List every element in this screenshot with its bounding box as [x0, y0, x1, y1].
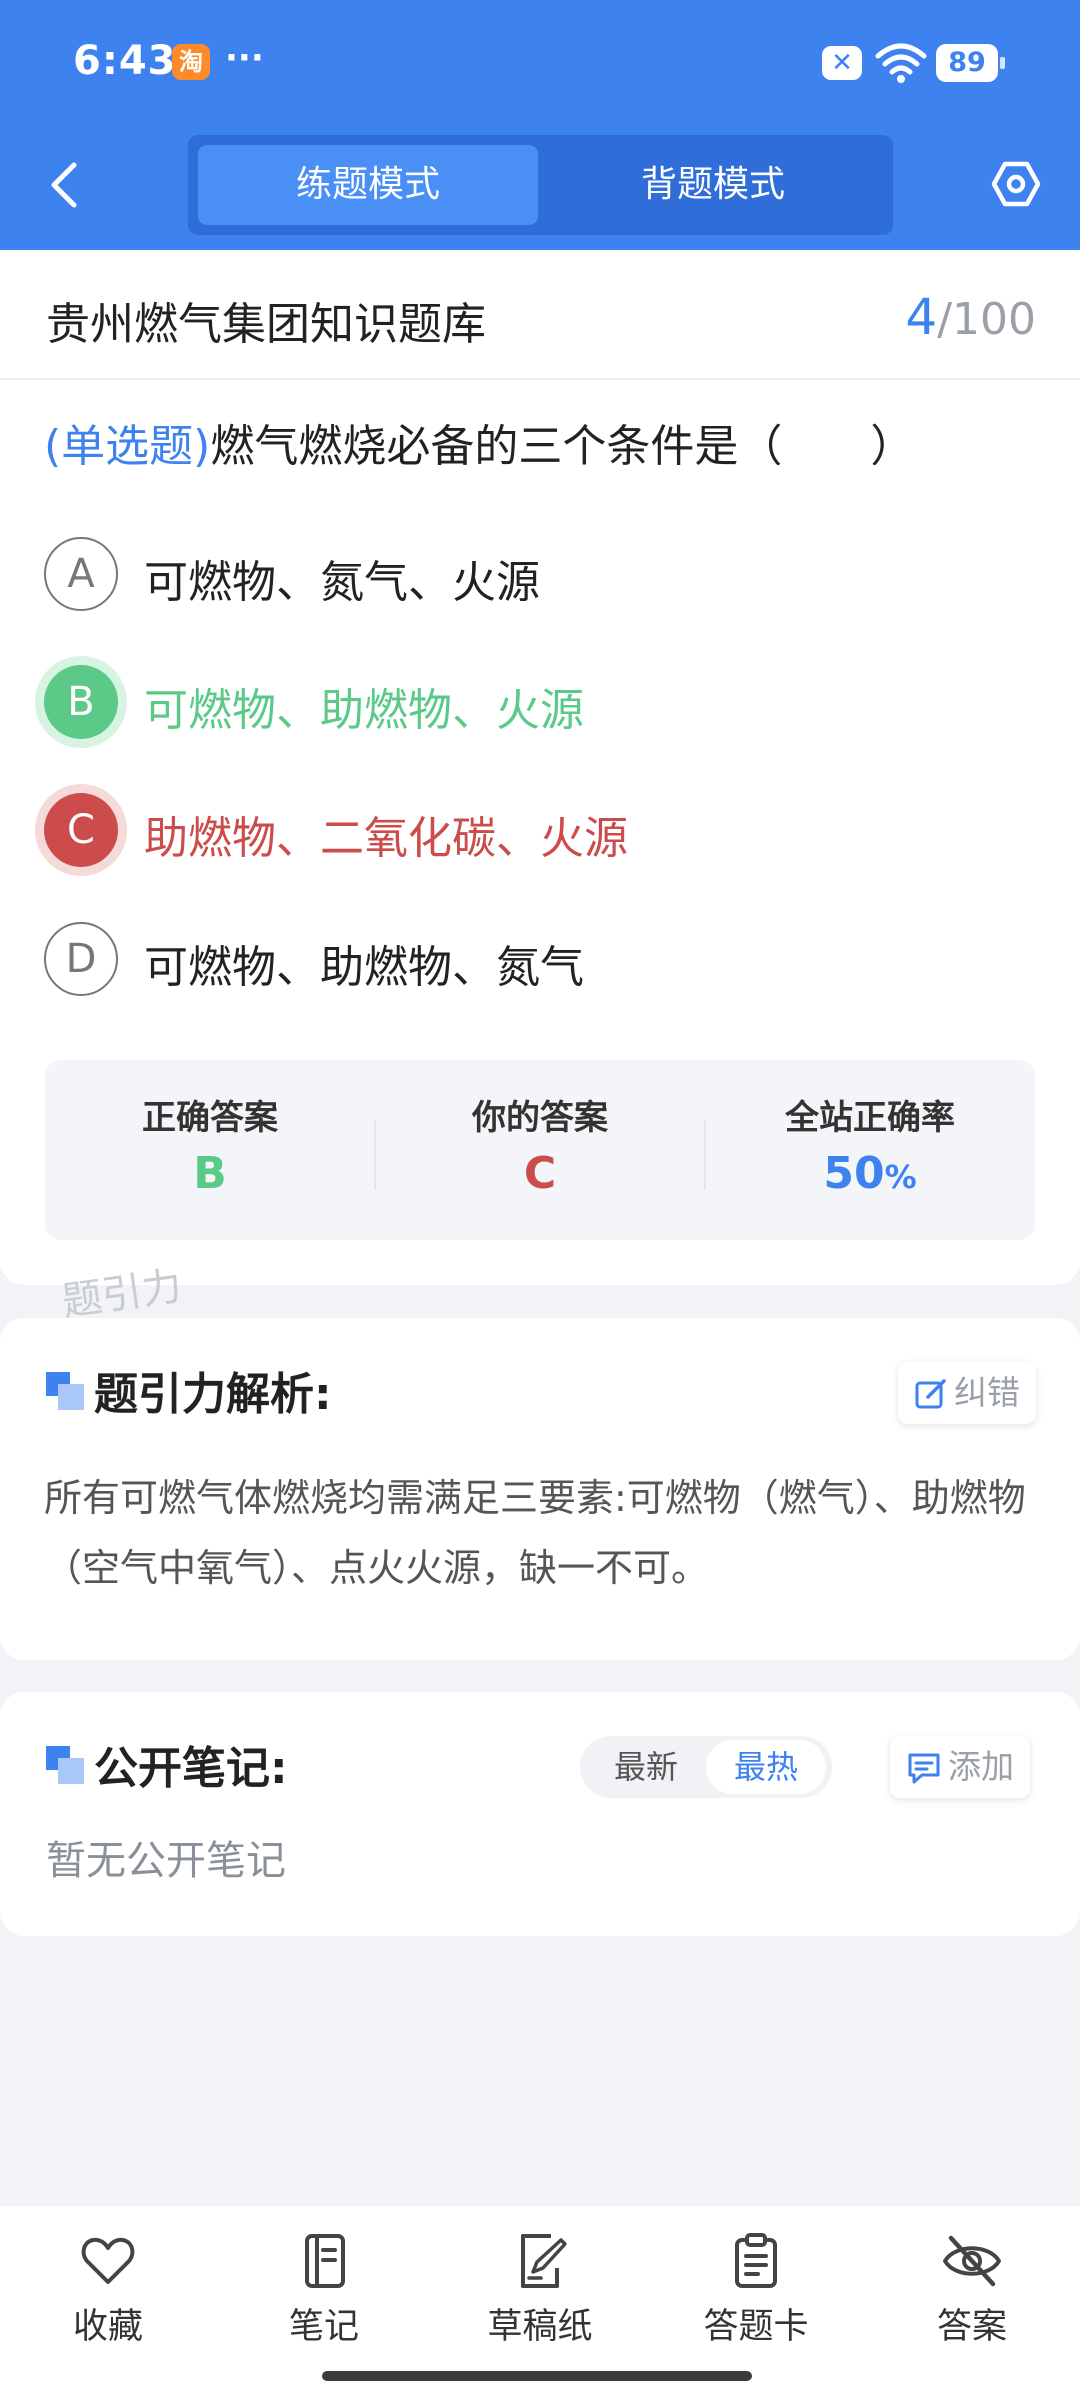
question-type: (单选题)	[44, 421, 211, 472]
scratch-paper-button[interactable]: 草稿纸	[440, 2232, 640, 2352]
section-icon	[46, 1746, 84, 1784]
divider	[0, 378, 1080, 380]
tab-practice-mode[interactable]: 练题模式	[198, 145, 538, 225]
stat-value: C	[523, 1148, 557, 1199]
analysis-text: 所有可燃气体燃烧均需满足三要素:可燃物（燃气）、助燃物（空气中氧气）、点火火源，…	[44, 1476, 1026, 1590]
wifi-icon	[875, 43, 927, 83]
stat-label: 你的答案	[472, 1098, 608, 1138]
option-b[interactable]: B 可燃物、助燃物、火源	[44, 658, 1044, 748]
stat-your-answer: 你的答案 C	[375, 1060, 705, 1240]
battery-indicator: 89	[936, 44, 1005, 82]
favorite-button[interactable]: 收藏	[8, 2232, 208, 2352]
answer-sheet-button[interactable]: 答题卡	[656, 2232, 856, 2352]
notes-sort-toggle: 最新 最热	[580, 1736, 832, 1798]
option-letter: D	[44, 922, 118, 996]
section-icon	[46, 1372, 84, 1410]
notes-empty-text: 暂无公开笔记	[46, 1838, 286, 1884]
analysis-title: 题引力解析:	[94, 1369, 332, 1420]
stat-site-accuracy: 全站正确率 50%	[705, 1060, 1035, 1240]
heart-icon	[81, 2237, 135, 2284]
notebook-icon	[305, 2234, 345, 2288]
question-progress: 4/100	[905, 288, 1036, 346]
answer-sheet-label: 答题卡	[703, 2307, 809, 2347]
option-text: 可燃物、氮气、火源	[144, 557, 540, 608]
answer-label: 答案	[936, 2307, 1007, 2347]
question-bank-title: 贵州燃气集团知识题库	[46, 299, 486, 350]
notes-title: 公开笔记:	[94, 1743, 288, 1794]
option-text: 助燃物、二氧化碳、火源	[144, 813, 628, 864]
add-note-label: 添加	[948, 1747, 1014, 1786]
answer-stats: 正确答案 B 你的答案 C 全站正确率 50%	[45, 1060, 1035, 1240]
mode-switch: 练题模式 背题模式	[188, 135, 893, 235]
option-letter: B	[44, 665, 118, 739]
progress-current: 4	[905, 288, 938, 346]
report-error-button[interactable]: 纠错	[898, 1362, 1036, 1424]
option-text: 可燃物、助燃物、火源	[144, 685, 584, 736]
analysis-card: 题引力解析: 纠错 所有可燃气体燃烧均需满足三要素:可燃物（燃气）、助燃物（空气…	[0, 1318, 1080, 1660]
draft-icon	[521, 2234, 567, 2288]
eye-hidden-icon	[943, 2235, 1001, 2287]
taobao-app-icon: 淘	[172, 44, 210, 80]
status-time: 6:43	[73, 38, 177, 84]
more-notifications-icon: ···	[225, 38, 264, 78]
stat-value: 50%	[705, 1148, 1035, 1199]
settings-icon[interactable]	[990, 158, 1042, 210]
stat-label: 全站正确率	[785, 1098, 955, 1138]
back-button[interactable]	[40, 155, 90, 215]
option-text: 可燃物、助燃物、氮气	[144, 942, 584, 993]
question-text: 燃气燃烧必备的三个条件是（ ）	[210, 421, 915, 472]
stat-value: B	[193, 1148, 227, 1199]
favorite-label: 收藏	[72, 2307, 143, 2347]
status-bar: 6:43 淘 ··· ✕ 89	[0, 0, 1080, 125]
progress-total: /100	[937, 294, 1036, 345]
option-a[interactable]: A 可燃物、氮气、火源	[44, 530, 1044, 620]
option-c[interactable]: C 助燃物、二氧化碳、火源	[44, 786, 1044, 876]
clipboard-icon	[735, 2233, 777, 2288]
option-letter: A	[44, 537, 118, 611]
question-card: 贵州燃气集团知识题库 4/100 (单选题)燃气燃烧必备的三个条件是（ ） A …	[0, 250, 1080, 1285]
tab-memorize-mode[interactable]: 背题模式	[543, 145, 883, 225]
question-stem: (单选题)燃气燃烧必备的三个条件是（ ）	[44, 410, 1044, 474]
option-letter: C	[44, 793, 118, 867]
home-indicator[interactable]	[322, 2371, 752, 2381]
toggle-answer-button[interactable]: 答案	[872, 2232, 1072, 2352]
report-error-label: 纠错	[954, 1373, 1020, 1412]
public-notes-card: 公开笔记: 最新 最热 添加 暂无公开笔记	[0, 1692, 1080, 1936]
sort-hottest[interactable]: 最热	[706, 1740, 826, 1794]
add-note-button[interactable]: 添加	[890, 1736, 1030, 1798]
top-header: 6:43 淘 ··· ✕ 89 练题模式 背题模式	[0, 0, 1080, 250]
accuracy-number: 50	[823, 1148, 885, 1199]
accuracy-unit: %	[884, 1158, 917, 1196]
option-d[interactable]: D 可燃物、助燃物、氮气	[44, 915, 1044, 1005]
notes-button[interactable]: 笔记	[224, 2232, 424, 2352]
notes-label: 笔记	[288, 2307, 359, 2347]
scratch-paper-label: 草稿纸	[487, 2307, 593, 2347]
sort-newest[interactable]: 最新	[586, 1740, 706, 1794]
stat-label: 正确答案	[142, 1098, 278, 1138]
edit-icon	[915, 1379, 946, 1409]
stat-correct-answer: 正确答案 B	[45, 1060, 375, 1240]
no-sim-icon: ✕	[822, 46, 862, 80]
comment-icon	[908, 1753, 940, 1784]
